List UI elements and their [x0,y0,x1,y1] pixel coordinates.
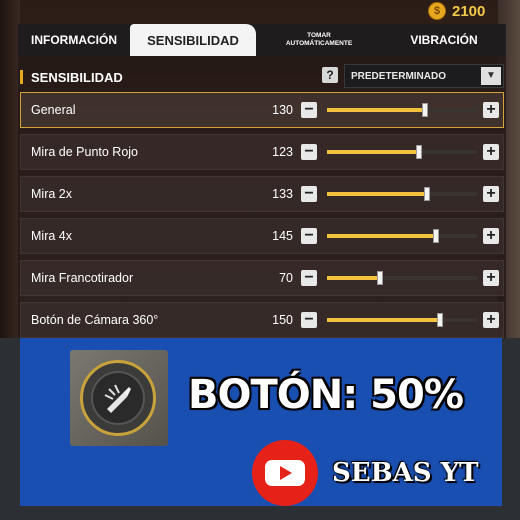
slider-handle[interactable] [432,229,439,243]
help-icon[interactable]: ? [322,67,338,83]
slider-handle[interactable] [436,313,443,327]
slider-fill [327,108,425,112]
sensitivity-value: 150 [272,313,293,327]
sensitivity-slider[interactable] [327,103,477,117]
slider-handle[interactable] [423,187,430,201]
sensitivity-row[interactable]: General 130− + [20,92,504,128]
sensitivity-slider[interactable] [327,229,477,243]
increase-button[interactable]: + [483,144,499,160]
sensitivity-value: 130 [272,103,293,117]
section-title: SENSIBILIDAD [31,70,123,85]
decrease-button[interactable]: − [301,312,317,328]
slider-fill [327,276,380,280]
decrease-button[interactable]: − [301,186,317,202]
youtube-play-box [265,460,305,486]
decrease-button[interactable]: − [301,270,317,286]
sensitivity-label: Mira Francotirador [31,271,134,285]
slider-fill [327,150,420,154]
settings-tabs: INFORMACIÓN SENSIBILIDAD TOMAR AUTOMÁTIC… [18,24,506,56]
preset-dropdown[interactable]: PREDETERMINADO ▼ [344,64,504,88]
preset-value: PREDETERMINADO [351,71,447,82]
slider-handle[interactable] [421,103,428,117]
increase-button[interactable]: + [483,228,499,244]
slider-fill [327,192,427,196]
section-header: SENSIBILIDAD ? PREDETERMINADO ▼ [18,64,506,90]
fire-button-image [70,350,168,446]
sensitivity-value: 145 [272,229,293,243]
tab-vibracion[interactable]: VIBRACIÓN [382,24,506,56]
increase-button[interactable]: + [483,186,499,202]
decrease-button[interactable]: − [301,144,317,160]
coin-icon: $ [428,2,446,20]
youtube-icon [252,440,318,506]
tab-tomar-label: TOMAR AUTOMÁTICAMENTE [285,32,353,47]
sensitivity-label: Mira 4x [31,229,72,243]
sensitivity-row[interactable]: Botón de Cámara 360° 150− + [20,302,504,338]
decrease-button[interactable]: − [301,228,317,244]
increase-button[interactable]: + [483,270,499,286]
channel-name: SEBAS YT [332,458,479,488]
sensitivity-row[interactable]: Mira de Punto Rojo 123− + [20,134,504,170]
slider-fill [327,318,440,322]
sensitivity-row[interactable]: Mira 4x 145− + [20,218,504,254]
increase-button[interactable]: + [483,312,499,328]
coin-balance: 2100 [452,3,486,20]
sensitivity-slider[interactable] [327,313,477,327]
sensitivity-label: General [31,103,76,117]
sensitivity-value: 70 [279,271,293,285]
decrease-button[interactable]: − [301,102,317,118]
sensitivity-label: Mira 2x [31,187,72,201]
increase-button[interactable]: + [483,102,499,118]
sensitivity-slider[interactable] [327,145,477,159]
play-icon [280,466,292,480]
sensitivity-value: 133 [272,187,293,201]
sensitivity-label: Mira de Punto Rojo [31,145,139,159]
background-wall-left [0,0,20,340]
slider-handle[interactable] [416,145,423,159]
tab-tomar-automaticamente[interactable]: TOMAR AUTOMÁTICAMENTE [256,24,382,56]
tab-informacion[interactable]: INFORMACIÓN [18,24,130,56]
sensitivity-slider[interactable] [327,271,477,285]
fire-button-ring [80,360,156,436]
sensitivity-value: 123 [272,145,293,159]
sensitivity-row[interactable]: Mira 2x 133− + [20,176,504,212]
slider-handle[interactable] [376,271,383,285]
sensitivity-slider[interactable] [327,187,477,201]
tab-sensibilidad[interactable]: SENSIBILIDAD [130,24,256,56]
sensitivity-row[interactable]: Mira Francotirador 70− + [20,260,504,296]
bullet-icon [91,371,145,425]
chevron-down-icon: ▼ [481,67,501,85]
section-accent-bar [20,70,23,84]
boton-size-caption: BOTÓN: 50% [188,372,464,418]
slider-fill [327,234,436,238]
sensitivity-label: Botón de Cámara 360° [31,313,159,327]
